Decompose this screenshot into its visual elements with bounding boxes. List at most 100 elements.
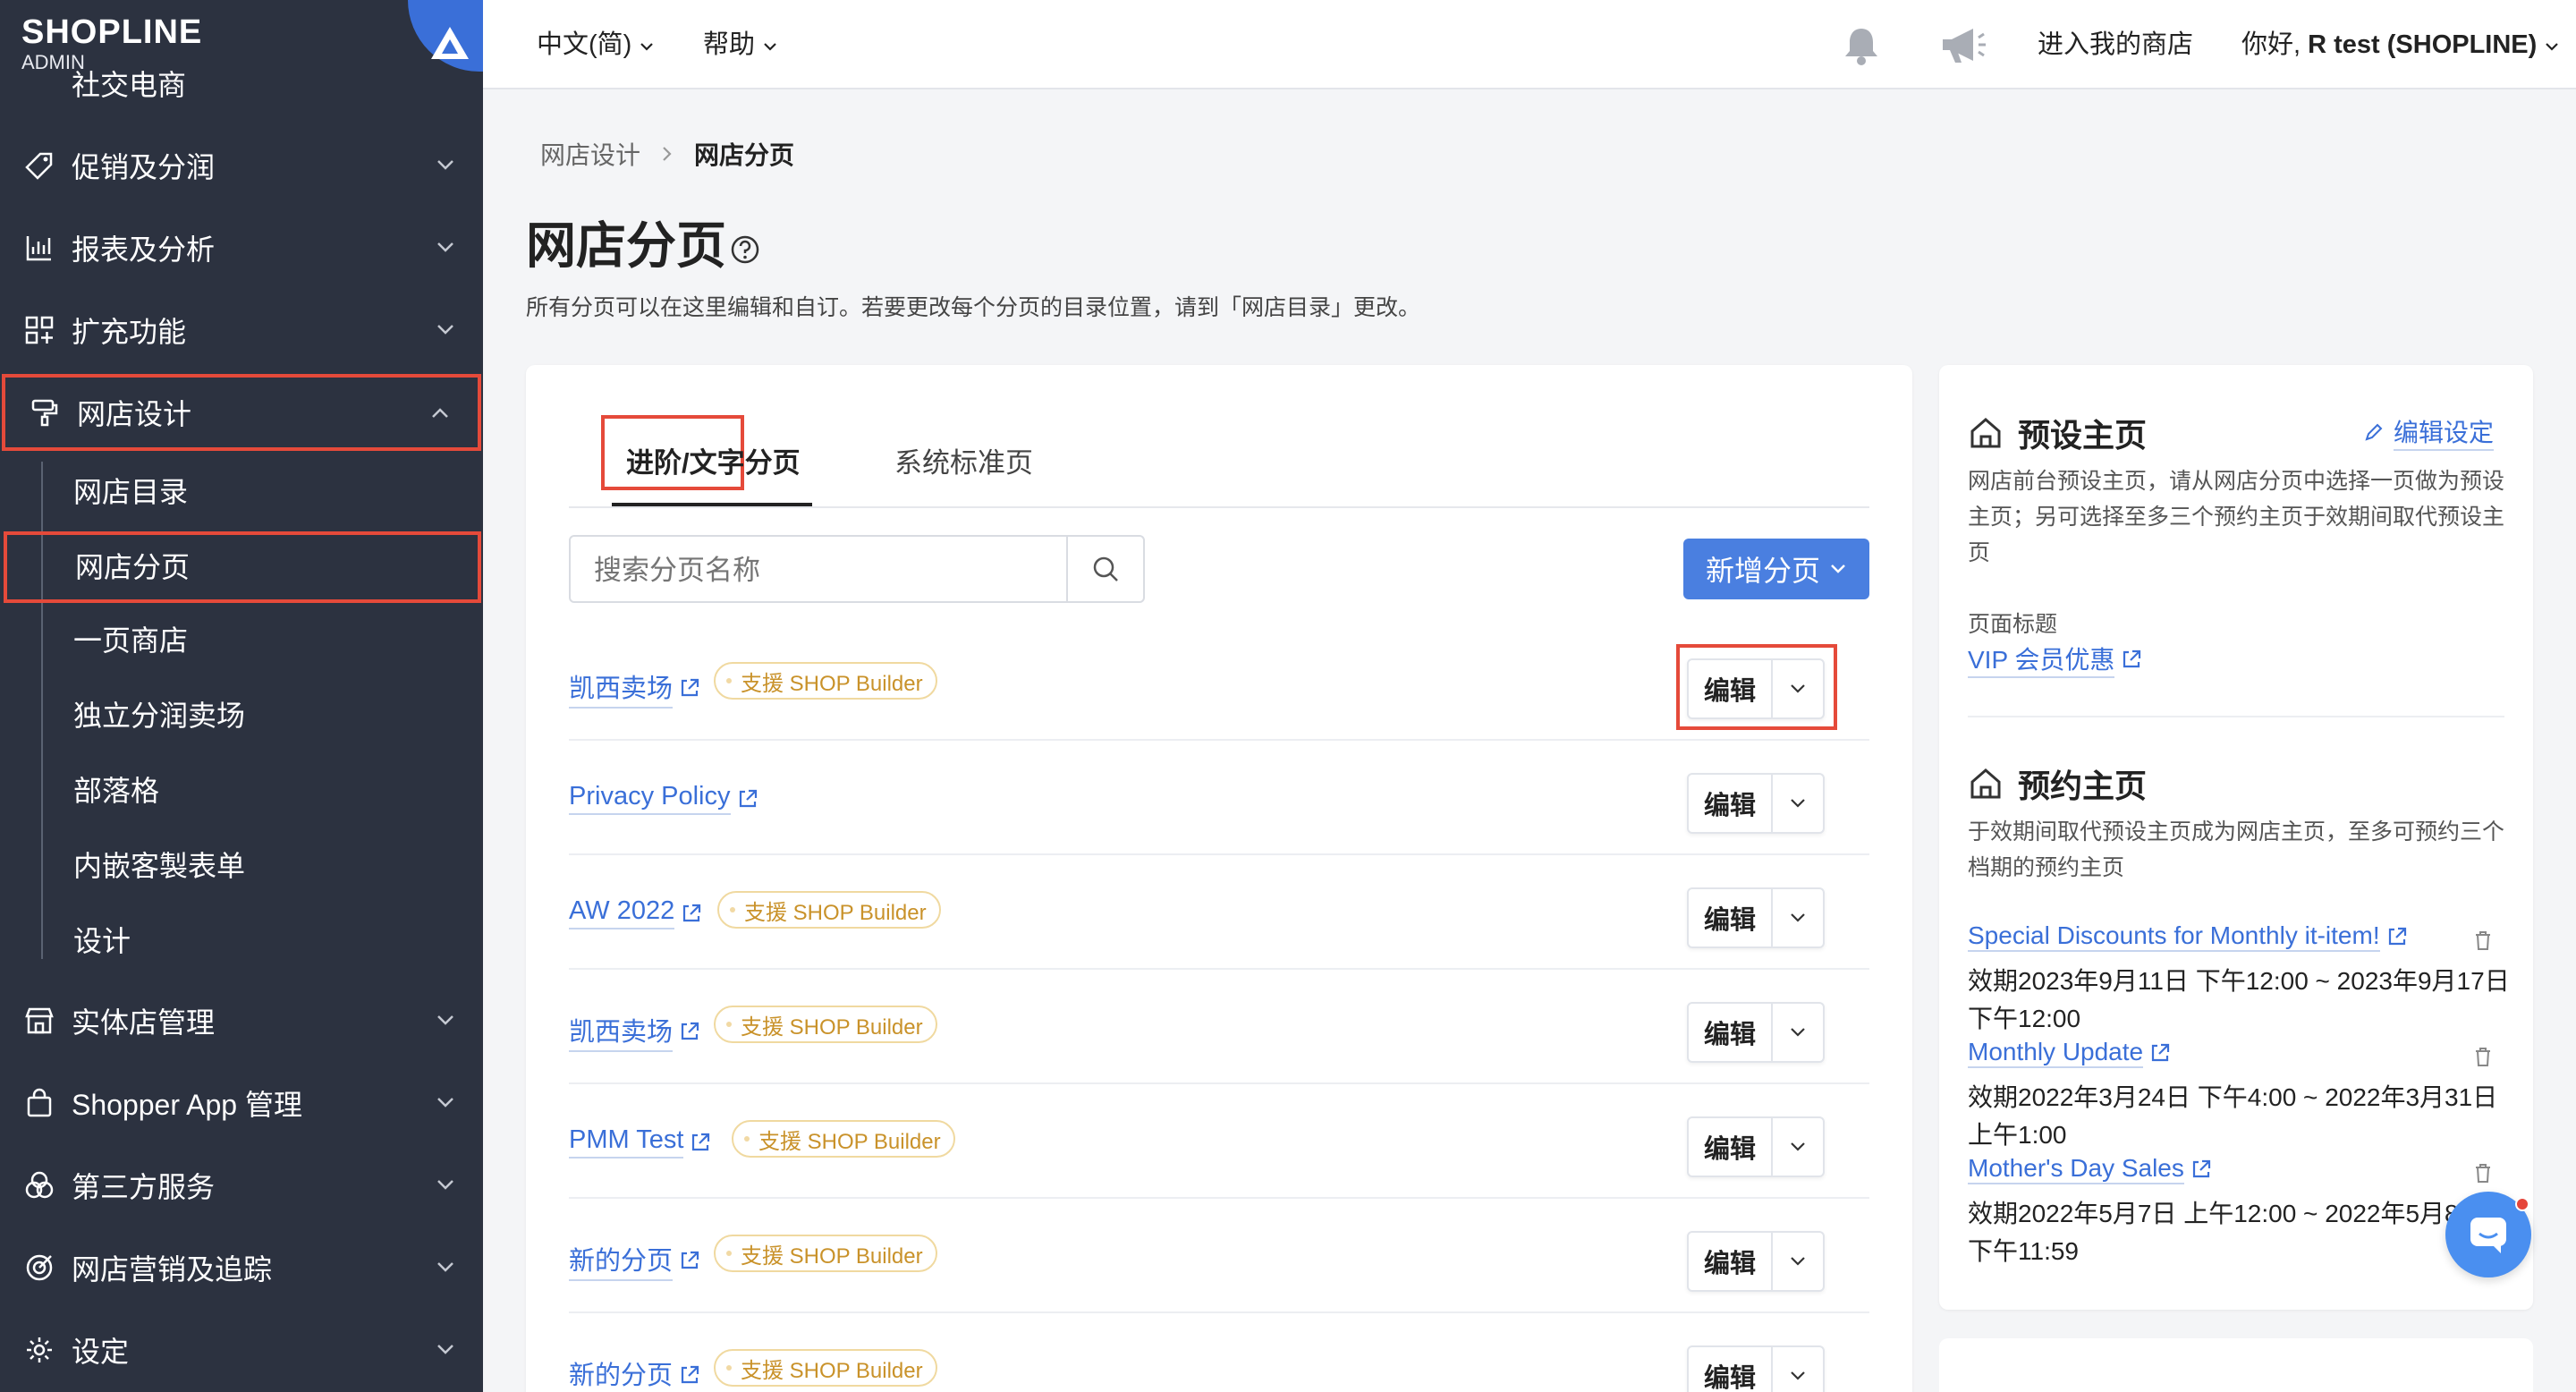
default-home-page-link[interactable]: VIP 会员优惠 xyxy=(1968,641,2143,678)
table-row: PMM Test 支援 SHOP Builder 编辑 xyxy=(569,1084,1869,1199)
search-icon xyxy=(1093,556,1118,581)
page-link[interactable]: 凯西卖场 xyxy=(569,667,701,709)
external-link-icon xyxy=(2388,927,2406,946)
scheduled-page-link[interactable]: Monthly Update xyxy=(1968,1038,2172,1068)
sidebar-item-extensions[interactable]: 扩充功能 xyxy=(0,290,483,370)
edit-button[interactable]: 编辑 xyxy=(1689,1118,1771,1176)
edit-dropdown-button[interactable] xyxy=(1773,775,1823,832)
sidebar-item-reports[interactable]: 报表及分析 xyxy=(0,208,483,288)
page-link[interactable]: 新的分页 xyxy=(569,1240,701,1281)
user-menu[interactable]: 你好, R test (SHOPLINE) xyxy=(2241,29,2560,61)
external-link-icon xyxy=(2192,1159,2210,1178)
greeting: 你好, xyxy=(2241,30,2301,59)
chevron-down-icon xyxy=(437,1015,453,1025)
chevron-up-icon xyxy=(432,408,448,418)
gear-icon xyxy=(21,1332,57,1368)
page-link[interactable]: 凯西卖场 xyxy=(569,1011,701,1052)
sidebar-item-store-design[interactable]: 网店设计 xyxy=(2,374,481,451)
scheduled-page-link[interactable]: Mother's Day Sales xyxy=(1968,1154,2213,1184)
edit-dropdown-button[interactable] xyxy=(1773,1118,1823,1176)
chevron-down-icon xyxy=(437,1098,453,1108)
badge-label: 支援 SHOP Builder xyxy=(758,1129,941,1154)
page-link[interactable]: PMM Test xyxy=(569,1125,712,1159)
edit-dropdown-button[interactable] xyxy=(1773,889,1823,946)
sidebar-item-social[interactable]: 社交电商 xyxy=(72,70,186,100)
edit-button[interactable]: 编辑 xyxy=(1689,775,1771,832)
edit-dropdown-button[interactable] xyxy=(1773,1347,1823,1392)
tab-advanced-pages[interactable]: 进阶/文字分页 xyxy=(626,440,801,480)
scheduled-home-description: 于效期间取代预设主页成为网店主页，至多可预约三个档期的预约主页 xyxy=(1968,819,2505,880)
edit-button[interactable]: 编辑 xyxy=(1689,1233,1771,1290)
trash-icon[interactable] xyxy=(2472,1045,2494,1073)
scheduled-page-name: Monthly Update xyxy=(1968,1038,2144,1068)
submenu-one-page-store[interactable]: 一页商店 xyxy=(73,623,188,658)
shop-builder-badge: 支援 SHOP Builder xyxy=(732,1120,955,1158)
sidebar-item-label: 网店设计 xyxy=(77,398,192,430)
submenu-affiliate-store[interactable]: 独立分润卖场 xyxy=(73,698,245,734)
chevron-down-icon xyxy=(437,325,453,335)
search-input[interactable] xyxy=(594,555,1059,587)
add-page-button[interactable]: 新增分页 xyxy=(1683,539,1869,599)
external-link-icon xyxy=(2152,1043,2170,1062)
megaphone-icon[interactable] xyxy=(1937,23,1987,72)
default-home-heading: 预设主页 xyxy=(1968,410,2147,456)
shop-builder-badge: 支援 SHOP Builder xyxy=(714,1349,937,1387)
trash-icon[interactable] xyxy=(2472,929,2494,956)
chat-icon xyxy=(2470,1218,2506,1253)
help-menu[interactable]: 帮助 xyxy=(703,29,778,61)
submenu-label: 网店分页 xyxy=(75,551,191,583)
scheduled-home-title: 预约主页 xyxy=(2018,768,2148,804)
bell-icon[interactable] xyxy=(1839,23,1884,72)
collapse-sidebar-button[interactable] xyxy=(408,0,483,72)
chevron-down-icon xyxy=(437,242,453,252)
edit-dropdown-button[interactable] xyxy=(1773,1233,1823,1290)
page-name: 凯西卖场 xyxy=(569,1011,674,1052)
tab-system-pages[interactable]: 系统标准页 xyxy=(894,440,1033,480)
table-row: 新的分页 支援 SHOP Builder 编辑 xyxy=(569,1313,1869,1392)
chevron-down-icon xyxy=(1791,1257,1805,1266)
external-link-icon xyxy=(683,904,701,921)
edit-settings-link[interactable]: 编辑设定 xyxy=(2363,413,2495,451)
submenu-design[interactable]: 设计 xyxy=(73,923,131,959)
trash-icon[interactable] xyxy=(2472,1161,2494,1189)
table-row: Privacy Policy 编辑 xyxy=(569,741,1869,855)
chevron-down-icon xyxy=(437,1262,453,1272)
sidebar-item-promotions[interactable]: 促销及分润 xyxy=(0,125,483,206)
edit-button[interactable]: 编辑 xyxy=(1689,1004,1771,1061)
chevron-down-icon xyxy=(1791,1142,1805,1151)
sidebar-item-third-party[interactable]: 第三方服务 xyxy=(0,1145,483,1226)
page-title: 网店分页 xyxy=(526,217,726,274)
edit-dropdown-button[interactable] xyxy=(1773,1004,1823,1061)
sidebar-item-settings[interactable]: 设定 xyxy=(0,1310,483,1390)
submenu-custom-forms[interactable]: 内嵌客製表单 xyxy=(73,848,245,884)
language-selector[interactable]: 中文(简) xyxy=(537,29,655,61)
sidebar-item-shopper-app[interactable]: Shopper App 管理 xyxy=(0,1063,483,1143)
scheduled-page-name: Special Discounts for Monthly it-item! xyxy=(1968,921,2380,952)
submenu-store-catalog[interactable]: 网店目录 xyxy=(73,474,188,510)
logo[interactable]: SHOPLINE ADMIN xyxy=(21,13,202,73)
edit-button[interactable]: 编辑 xyxy=(1689,889,1771,946)
chevron-down-icon xyxy=(640,43,654,51)
edit-settings-label: 编辑设定 xyxy=(2394,413,2495,451)
search-button[interactable] xyxy=(1068,537,1143,601)
page-link[interactable]: Privacy Policy xyxy=(569,782,759,815)
submenu-store-pages[interactable]: 网店分页 xyxy=(4,531,481,603)
sidebar-item-retail[interactable]: 实体店管理 xyxy=(0,980,483,1061)
page-link[interactable]: AW 2022 xyxy=(569,896,703,929)
enter-store-link[interactable]: 进入我的商店 xyxy=(2038,29,2193,61)
page-name: 新的分页 xyxy=(569,1240,674,1281)
store-icon xyxy=(21,1003,57,1039)
help-icon[interactable] xyxy=(730,234,760,269)
breadcrumb-parent[interactable]: 网店设计 xyxy=(540,136,640,172)
sidebar-item-label: 第三方服务 xyxy=(72,1171,216,1203)
sidebar-item-marketing[interactable]: 网店营销及追踪 xyxy=(0,1227,483,1308)
edit-button[interactable]: 编辑 xyxy=(1689,1347,1771,1392)
tabs-divider xyxy=(569,506,1869,508)
default-home-title: 预设主页 xyxy=(2018,417,2148,454)
sidebar-item-label: 实体店管理 xyxy=(72,1006,216,1039)
page-link[interactable]: 新的分页 xyxy=(569,1354,701,1392)
badge-dot xyxy=(726,1022,732,1027)
breadcrumb-current: 网店分页 xyxy=(694,141,795,169)
submenu-blog[interactable]: 部落格 xyxy=(73,773,159,809)
scheduled-page-link[interactable]: Special Discounts for Monthly it-item! xyxy=(1968,921,2409,952)
